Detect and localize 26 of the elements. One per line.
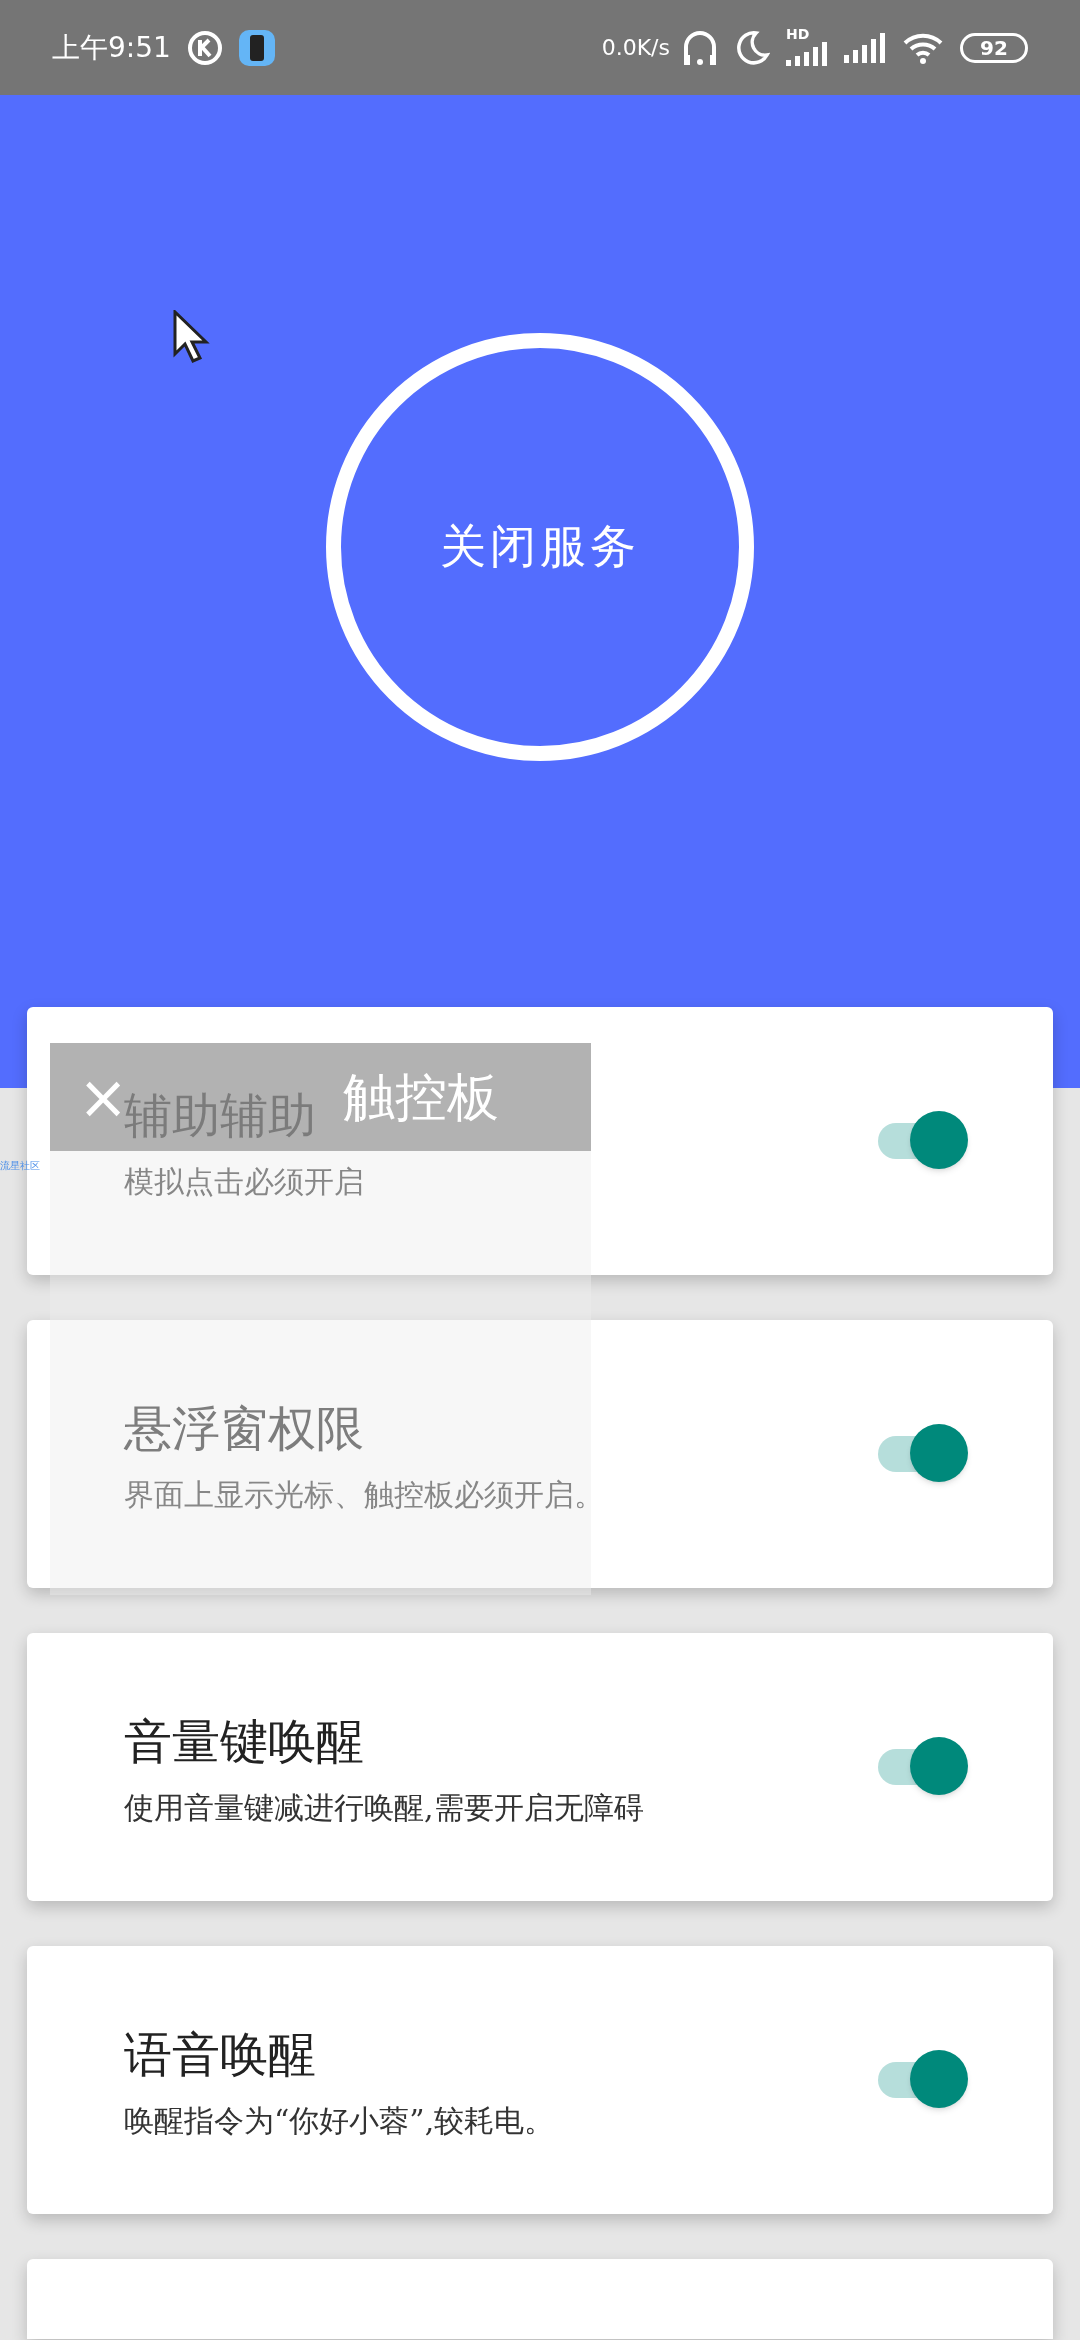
card-title: 音量键唤醒 [124,1711,364,1771]
card-description: 唤醒指令为“你好小蓉”,较耗电。 [124,2101,555,2140]
wifi-icon [902,31,944,64]
battery-indicator: 92 [960,32,1028,63]
card-description: 使用音量键减进行唤醒,需要开启无障碍 [124,1788,644,1827]
card-title: 语音唤醒 [124,2024,316,2084]
clock: 上午9:51 [52,29,171,66]
toggle-switch[interactable] [878,1111,968,1171]
hd-label: HD [786,24,810,44]
headset-icon [682,28,718,67]
toggle-switch[interactable] [878,2050,968,2110]
card-description: 模拟点击必须开启 [124,1162,364,1201]
signal-icon [786,41,828,66]
card-description: 界面上显示光标、触控板必须开启。 [124,1475,604,1514]
toggle-switch[interactable] [878,1737,968,1797]
toggle-switch[interactable] [878,1424,968,1484]
card-title: 悬浮窗权限 [124,1398,364,1458]
signal-icon [844,32,886,63]
watermark-label: 流星社区 [0,1159,40,1173]
network-speed: 0.0K/s [601,34,670,62]
stop-service-button[interactable]: 关闭服务 [326,332,754,761]
moon-icon [734,29,770,66]
panel-title: 触控板 [343,1066,500,1129]
mouse-pointer-icon [172,310,210,364]
app-icon [238,29,275,66]
k-circle-icon [186,29,223,66]
